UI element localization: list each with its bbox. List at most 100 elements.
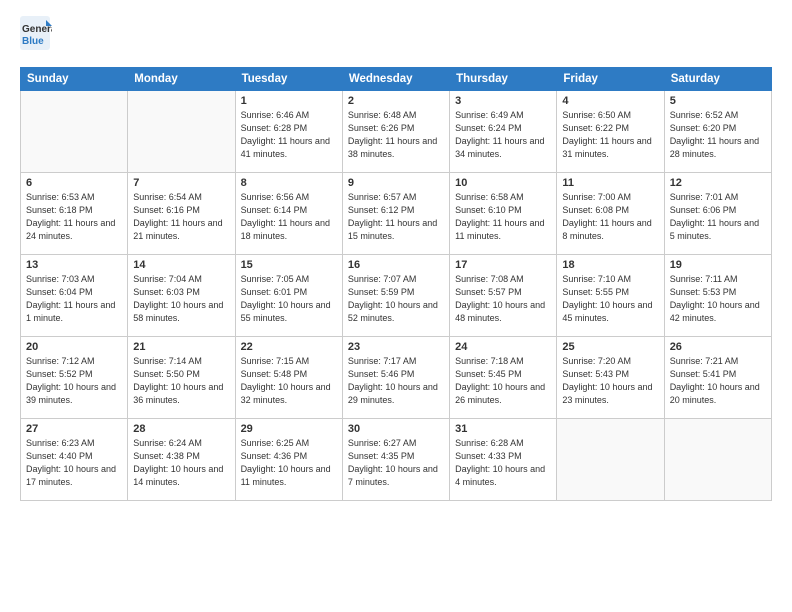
calendar-cell: 1 Sunrise: 6:46 AM Sunset: 6:28 PM Daylig…: [235, 91, 342, 173]
day-number: 6: [26, 177, 122, 189]
calendar-cell: 19 Sunrise: 7:11 AM Sunset: 5:53 PM Dayli…: [664, 255, 771, 337]
day-number: 24: [455, 341, 551, 353]
calendar-cell: 31 Sunrise: 6:28 AM Sunset: 4:33 PM Dayli…: [450, 419, 557, 501]
day-number: 28: [133, 423, 229, 435]
day-content: Sunrise: 6:52 AM Sunset: 6:20 PM Dayligh…: [670, 109, 766, 161]
logo-icon: General Blue: [20, 16, 52, 52]
day-content: Sunrise: 7:08 AM Sunset: 5:57 PM Dayligh…: [455, 273, 551, 325]
day-content: Sunrise: 6:46 AM Sunset: 6:28 PM Dayligh…: [241, 109, 337, 161]
calendar-cell: [664, 419, 771, 501]
calendar-cell: 26Sunrise: 7:21 AM Sunset: 5:41 PM Dayli…: [664, 337, 771, 419]
calendar-cell: 16 Sunrise: 7:07 AM Sunset: 5:59 PM Dayli…: [342, 255, 449, 337]
day-content: Sunrise: 6:28 AM Sunset: 4:33 PM Dayligh…: [455, 437, 551, 489]
header: General Blue: [20, 16, 772, 57]
day-content: Sunrise: 6:24 AM Sunset: 4:38 PM Dayligh…: [133, 437, 229, 489]
calendar-cell: 4 Sunrise: 6:50 AM Sunset: 6:22 PM Daylig…: [557, 91, 664, 173]
week-row-5: 27Sunrise: 6:23 AM Sunset: 4:40 PM Dayli…: [21, 419, 772, 501]
calendar-cell: 24 Sunrise: 7:18 AM Sunset: 5:45 PM Dayli…: [450, 337, 557, 419]
day-number: 2: [348, 95, 444, 107]
day-number: 9: [348, 177, 444, 189]
day-number: 22: [241, 341, 337, 353]
day-number: 31: [455, 423, 551, 435]
day-header-thursday: Thursday: [450, 68, 557, 91]
calendar-cell: 28 Sunrise: 6:24 AM Sunset: 4:38 PM Dayli…: [128, 419, 235, 501]
day-header-wednesday: Wednesday: [342, 68, 449, 91]
day-number: 30: [348, 423, 444, 435]
calendar-cell: 13 Sunrise: 7:03 AM Sunset: 6:04 PM Dayli…: [21, 255, 128, 337]
day-content: Sunrise: 6:53 AM Sunset: 6:18 PM Dayligh…: [26, 191, 122, 243]
calendar-cell: 15Sunrise: 7:05 AM Sunset: 6:01 PM Dayli…: [235, 255, 342, 337]
calendar-cell: 22 Sunrise: 7:15 AM Sunset: 5:48 PM Dayli…: [235, 337, 342, 419]
day-number: 18: [562, 259, 658, 271]
week-row-4: 20 Sunrise: 7:12 AM Sunset: 5:52 PM Dayli…: [21, 337, 772, 419]
calendar-cell: 14 Sunrise: 7:04 AM Sunset: 6:03 PM Dayli…: [128, 255, 235, 337]
header-row: SundayMondayTuesdayWednesdayThursdayFrid…: [21, 68, 772, 91]
day-content: Sunrise: 7:17 AM Sunset: 5:46 PM Dayligh…: [348, 355, 444, 407]
day-number: 5: [670, 95, 766, 107]
calendar-cell: 23 Sunrise: 7:17 AM Sunset: 5:46 PM Dayli…: [342, 337, 449, 419]
day-number: 29: [241, 423, 337, 435]
day-content: Sunrise: 7:18 AM Sunset: 5:45 PM Dayligh…: [455, 355, 551, 407]
day-number: 27: [26, 423, 122, 435]
day-number: 1: [241, 95, 337, 107]
day-number: 13: [26, 259, 122, 271]
calendar-cell: 10 Sunrise: 6:58 AM Sunset: 6:10 PM Dayli…: [450, 173, 557, 255]
day-number: 3: [455, 95, 551, 107]
day-content: Sunrise: 6:56 AM Sunset: 6:14 PM Dayligh…: [241, 191, 337, 243]
calendar-cell: 7 Sunrise: 6:54 AM Sunset: 6:16 PM Daylig…: [128, 173, 235, 255]
day-content: Sunrise: 6:57 AM Sunset: 6:12 PM Dayligh…: [348, 191, 444, 243]
day-number: 16: [348, 259, 444, 271]
day-number: 7: [133, 177, 229, 189]
day-number: 21: [133, 341, 229, 353]
day-content: Sunrise: 7:03 AM Sunset: 6:04 PM Dayligh…: [26, 273, 122, 325]
calendar-cell: 9 Sunrise: 6:57 AM Sunset: 6:12 PM Daylig…: [342, 173, 449, 255]
calendar-cell: 2 Sunrise: 6:48 AM Sunset: 6:26 PM Daylig…: [342, 91, 449, 173]
day-content: Sunrise: 7:10 AM Sunset: 5:55 PM Dayligh…: [562, 273, 658, 325]
calendar-cell: 12Sunrise: 7:01 AM Sunset: 6:06 PM Dayli…: [664, 173, 771, 255]
day-number: 14: [133, 259, 229, 271]
calendar-cell: 20 Sunrise: 7:12 AM Sunset: 5:52 PM Dayli…: [21, 337, 128, 419]
calendar-cell: 21Sunrise: 7:14 AM Sunset: 5:50 PM Dayli…: [128, 337, 235, 419]
day-number: 23: [348, 341, 444, 353]
svg-text:Blue: Blue: [22, 36, 44, 47]
day-content: Sunrise: 6:49 AM Sunset: 6:24 PM Dayligh…: [455, 109, 551, 161]
day-number: 4: [562, 95, 658, 107]
day-number: 19: [670, 259, 766, 271]
day-content: Sunrise: 6:58 AM Sunset: 6:10 PM Dayligh…: [455, 191, 551, 243]
calendar-cell: 27Sunrise: 6:23 AM Sunset: 4:40 PM Dayli…: [21, 419, 128, 501]
day-number: 26: [670, 341, 766, 353]
calendar-cell: 30Sunrise: 6:27 AM Sunset: 4:35 PM Dayli…: [342, 419, 449, 501]
page: General Blue SundayMondayTuesdayWednesda…: [0, 0, 792, 511]
day-number: 12: [670, 177, 766, 189]
day-header-monday: Monday: [128, 68, 235, 91]
day-content: Sunrise: 6:48 AM Sunset: 6:26 PM Dayligh…: [348, 109, 444, 161]
day-number: 17: [455, 259, 551, 271]
calendar-cell: 8 Sunrise: 6:56 AM Sunset: 6:14 PM Daylig…: [235, 173, 342, 255]
day-content: Sunrise: 7:11 AM Sunset: 5:53 PM Dayligh…: [670, 273, 766, 325]
day-content: Sunrise: 7:12 AM Sunset: 5:52 PM Dayligh…: [26, 355, 122, 407]
calendar-cell: [557, 419, 664, 501]
day-content: Sunrise: 6:25 AM Sunset: 4:36 PM Dayligh…: [241, 437, 337, 489]
calendar-cell: 3 Sunrise: 6:49 AM Sunset: 6:24 PM Daylig…: [450, 91, 557, 173]
day-header-sunday: Sunday: [21, 68, 128, 91]
day-header-saturday: Saturday: [664, 68, 771, 91]
day-content: Sunrise: 6:50 AM Sunset: 6:22 PM Dayligh…: [562, 109, 658, 161]
day-content: Sunrise: 7:04 AM Sunset: 6:03 PM Dayligh…: [133, 273, 229, 325]
week-row-2: 6 Sunrise: 6:53 AM Sunset: 6:18 PM Daylig…: [21, 173, 772, 255]
week-row-1: 1 Sunrise: 6:46 AM Sunset: 6:28 PM Daylig…: [21, 91, 772, 173]
day-header-tuesday: Tuesday: [235, 68, 342, 91]
day-number: 11: [562, 177, 658, 189]
day-content: Sunrise: 7:00 AM Sunset: 6:08 PM Dayligh…: [562, 191, 658, 243]
day-content: Sunrise: 7:15 AM Sunset: 5:48 PM Dayligh…: [241, 355, 337, 407]
calendar-cell: 11 Sunrise: 7:00 AM Sunset: 6:08 PM Dayli…: [557, 173, 664, 255]
calendar-table: SundayMondayTuesdayWednesdayThursdayFrid…: [20, 67, 772, 501]
day-number: 20: [26, 341, 122, 353]
day-content: Sunrise: 7:20 AM Sunset: 5:43 PM Dayligh…: [562, 355, 658, 407]
day-content: Sunrise: 7:07 AM Sunset: 5:59 PM Dayligh…: [348, 273, 444, 325]
day-number: 15: [241, 259, 337, 271]
calendar-cell: 5 Sunrise: 6:52 AM Sunset: 6:20 PM Daylig…: [664, 91, 771, 173]
day-content: Sunrise: 6:54 AM Sunset: 6:16 PM Dayligh…: [133, 191, 229, 243]
day-number: 8: [241, 177, 337, 189]
day-number: 10: [455, 177, 551, 189]
calendar-cell: 25Sunrise: 7:20 AM Sunset: 5:43 PM Dayli…: [557, 337, 664, 419]
